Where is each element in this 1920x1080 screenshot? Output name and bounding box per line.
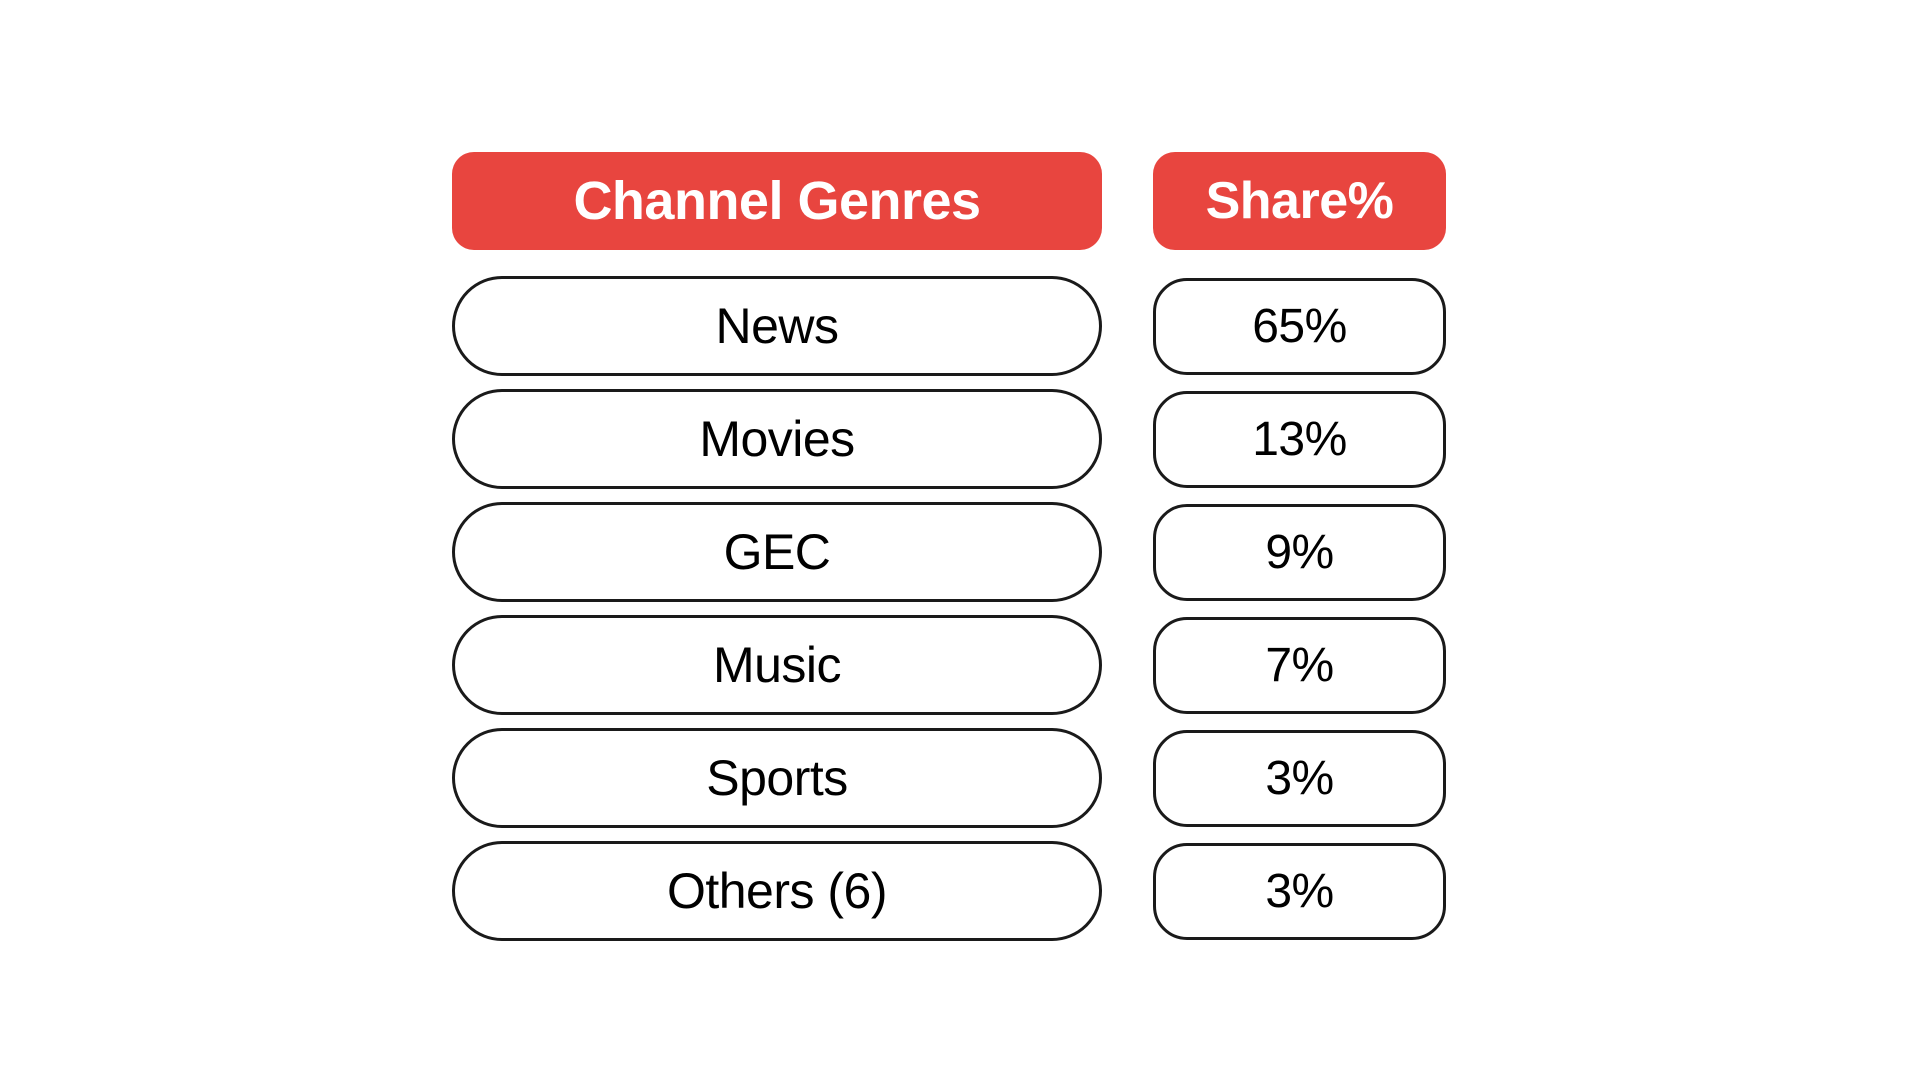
- table-row: News 65%: [452, 276, 1452, 376]
- table-header-row: Channel Genres Share%: [452, 152, 1452, 250]
- genre-cell-gec: GEC: [452, 502, 1102, 602]
- share-cell-others: 3%: [1153, 842, 1446, 940]
- share-cell-movies: 13%: [1153, 390, 1446, 488]
- share-cell-news: 65%: [1153, 277, 1446, 375]
- genre-cell-news: News: [452, 276, 1102, 376]
- table-row: Others (6) 3%: [452, 841, 1452, 941]
- table-body: News 65% Movies 13% GEC 9% Music 7% Spor…: [452, 276, 1452, 941]
- share-cell-sports: 3%: [1153, 729, 1446, 827]
- channel-genres-share-table: Channel Genres Share% News 65% Movies 13…: [452, 152, 1452, 941]
- genre-cell-music: Music: [452, 615, 1102, 715]
- genre-cell-movies: Movies: [452, 389, 1102, 489]
- share-cell-music: 7%: [1153, 616, 1446, 714]
- column-header-channel-genres: Channel Genres: [452, 152, 1102, 250]
- share-cell-gec: 9%: [1153, 503, 1446, 601]
- table-row: Music 7%: [452, 615, 1452, 715]
- genre-cell-others: Others (6): [452, 841, 1102, 941]
- table-row: Sports 3%: [452, 728, 1452, 828]
- table-row: Movies 13%: [452, 389, 1452, 489]
- column-header-share-percent: Share%: [1153, 152, 1446, 250]
- table-row: GEC 9%: [452, 502, 1452, 602]
- genre-cell-sports: Sports: [452, 728, 1102, 828]
